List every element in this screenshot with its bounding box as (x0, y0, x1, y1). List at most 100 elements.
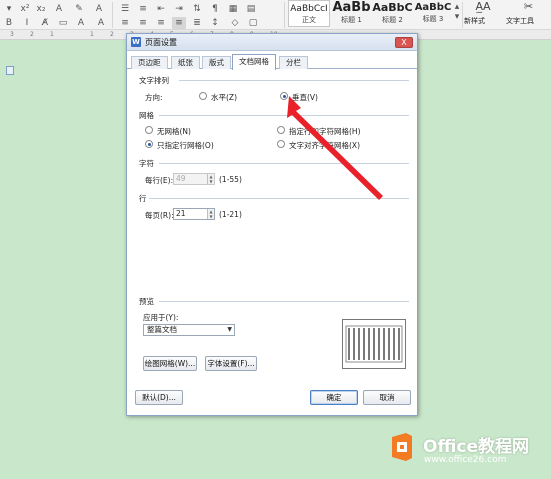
justify-icon[interactable]: ≡ (172, 17, 186, 29)
text-tool-icon: ✂ (523, 0, 534, 13)
group-divider (159, 115, 409, 116)
superscript-icon[interactable]: x² (18, 3, 32, 15)
snap-char-grid-label[interactable]: 文字对齐字符网格(X) (289, 140, 360, 151)
bullets-icon[interactable]: ☰ (118, 3, 132, 15)
group-characters: 字符 (139, 159, 154, 168)
styles-scroll-icon[interactable]: ▴ ▾ (453, 2, 461, 26)
no-grid-radio[interactable] (145, 126, 153, 134)
lines-per-page-label: 每页(R): (145, 211, 174, 220)
page-setup-dialog: W 页面设置 X 页边距 纸张 版式 文档网格 分栏 文字排列 方向: 水平(Z… (126, 33, 418, 416)
close-button[interactable]: X (395, 37, 413, 48)
vertical-text-lines-preview (345, 325, 403, 363)
text-tool-label: 文字工具 (506, 17, 534, 25)
style-heading-3[interactable]: AaBbC 标题 3 (413, 0, 453, 27)
tab-paper[interactable]: 纸张 (171, 56, 200, 69)
snap-char-grid-radio[interactable] (277, 140, 285, 148)
dialog-titlebar[interactable]: W 页面设置 X (127, 34, 417, 51)
group-divider (159, 163, 409, 164)
increase-indent-icon[interactable]: ⇥ (172, 3, 186, 15)
style-name: 标题 3 (422, 15, 444, 23)
line-char-grid-radio[interactable] (277, 126, 285, 134)
bold-icon[interactable]: B (2, 17, 16, 29)
style-heading-1[interactable]: AaBb 标题 1 (331, 0, 372, 27)
style-name: 标题 2 (382, 16, 403, 24)
page-preview (342, 319, 406, 369)
ribbon-divider (462, 2, 463, 28)
align-left-icon[interactable]: ≡ (118, 17, 132, 29)
style-heading-2[interactable]: AaBbC 标题 2 (372, 0, 413, 27)
ruler-number: 2 (30, 31, 34, 38)
text-tool-button[interactable]: ✂ 文字工具 (506, 0, 551, 28)
new-style-icon: A̲A (475, 0, 491, 13)
cancel-button[interactable]: 取消 (363, 390, 411, 405)
group-grid: 网格 (139, 111, 154, 120)
watermark-url: www.office26.com (424, 455, 507, 465)
tab-columns[interactable]: 分栏 (279, 56, 308, 69)
ruler-number: 1 (50, 31, 54, 38)
tab-layout[interactable]: 版式 (202, 56, 231, 69)
ruler-number: 3 (10, 31, 14, 38)
align-center-icon[interactable]: ≡ (136, 17, 150, 29)
default-button[interactable]: 默认(D)... (135, 390, 183, 405)
highlight-icon[interactable]: ✎ (72, 3, 86, 15)
draw-grid-button[interactable]: 绘图网格(W)... (143, 356, 197, 371)
font-color-2-icon[interactable]: A (94, 17, 108, 29)
chars-range: (1-55) (219, 175, 242, 184)
sort-icon[interactable]: ⇅ (190, 3, 204, 15)
apply-to-value: 整篇文档 (147, 325, 177, 334)
line-grid-label[interactable]: 只指定行网格(O) (157, 140, 214, 151)
numbering-icon[interactable]: ≡ (136, 3, 150, 15)
lines-per-page-stepper[interactable]: 21 ▲ ▼ (173, 208, 215, 220)
distribute-icon[interactable]: ≣ (190, 17, 204, 29)
page-marker-icon (6, 66, 14, 75)
chars-per-line-stepper: 49 ▲ ▼ (173, 173, 215, 185)
borders-icon[interactable]: ▢ (246, 17, 260, 29)
style-sample: AaBb (332, 0, 371, 15)
tab-margins[interactable]: 页边距 (131, 56, 168, 69)
align-right-icon[interactable]: ≡ (154, 17, 168, 29)
watermark-brand: Office教程网 (423, 437, 530, 457)
group-lines: 行 (139, 194, 147, 203)
font-color-icon[interactable]: A (92, 3, 106, 15)
horizontal-label[interactable]: 水平(Z) (211, 92, 237, 103)
lines-per-page-value: 21 (176, 209, 186, 218)
stepper-arrows-icon[interactable]: ▲ ▼ (207, 209, 214, 219)
tab-document-grid[interactable]: 文档网格 (232, 54, 276, 70)
group-preview: 预览 (139, 297, 154, 306)
new-style-button[interactable]: A̲A 新样式 (464, 0, 502, 28)
border-icon[interactable]: ▭ (56, 17, 70, 29)
ruler-number: 2 (110, 31, 114, 38)
fill-icon[interactable]: ▤ (244, 3, 258, 15)
group-divider (159, 301, 409, 302)
vertical-radio[interactable] (280, 92, 288, 100)
style-sample: AaBbC (372, 1, 413, 14)
decrease-indent-icon[interactable]: ⇤ (154, 3, 168, 15)
style-sample: AaBbC (414, 2, 452, 13)
no-grid-label[interactable]: 无网格(N) (157, 126, 191, 137)
apply-to-select[interactable]: 整篇文档 ▼ (143, 324, 235, 336)
chars-per-line-label: 每行(E): (145, 176, 174, 185)
dialog-title: 页面设置 (145, 38, 177, 47)
subscript-icon[interactable]: x₂ (34, 3, 48, 15)
text-effect-icon[interactable]: A (52, 3, 66, 15)
direction-label: 方向: (145, 93, 163, 102)
font-size-dropdown-icon[interactable]: ▾ (2, 3, 16, 15)
char-shading-icon[interactable]: A (74, 17, 88, 29)
line-grid-radio[interactable] (145, 140, 153, 148)
clear-format-icon[interactable]: A̸ (38, 17, 52, 29)
lines-range: (1-21) (219, 210, 242, 219)
group-divider (149, 198, 409, 199)
vertical-label[interactable]: 垂直(V) (292, 92, 318, 103)
line-char-grid-label[interactable]: 指定行和字符网格(H) (289, 126, 361, 137)
ok-button[interactable]: 确定 (310, 390, 358, 405)
ribbon-toolbar: ▾ x² x₂ A ✎ A B I A̸ ▭ A A ☰ ≡ ⇤ ⇥ ⇅ ¶ ▦… (0, 0, 551, 30)
chars-per-line-value: 49 (176, 174, 186, 183)
font-settings-button[interactable]: 字体设置(F)... (205, 356, 257, 371)
italic-icon[interactable]: I (20, 17, 34, 29)
line-spacing-icon[interactable]: ↕ (208, 17, 222, 29)
show-marks-icon[interactable]: ¶ (208, 3, 222, 15)
style-normal[interactable]: AaBbCcI 正文 (288, 0, 330, 27)
horizontal-radio[interactable] (199, 92, 207, 100)
shading-icon[interactable]: ◇ (228, 17, 242, 29)
table-icon[interactable]: ▦ (226, 3, 240, 15)
